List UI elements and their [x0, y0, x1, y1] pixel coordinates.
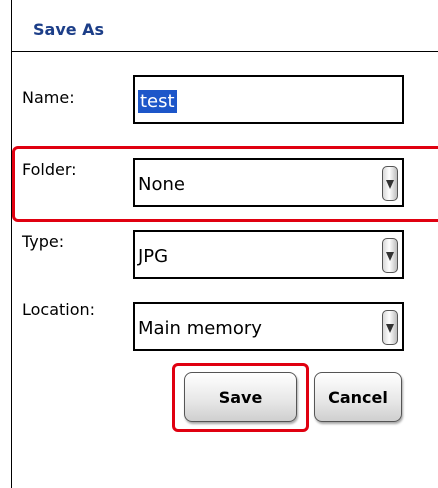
chevron-down-icon [386, 252, 394, 261]
type-select[interactable]: JPG [133, 230, 404, 279]
window-left-border [11, 0, 12, 488]
location-label: Location: [22, 300, 96, 319]
name-input[interactable]: test [133, 75, 404, 124]
folder-label: Folder: [22, 160, 77, 179]
chevron-down-icon [386, 180, 394, 189]
cancel-button[interactable]: Cancel [314, 372, 402, 422]
folder-select[interactable]: None [133, 158, 404, 207]
type-select-value: JPG [138, 246, 169, 267]
location-dropdown-button[interactable] [382, 310, 398, 345]
folder-dropdown-button[interactable] [382, 166, 398, 201]
type-label: Type: [22, 232, 65, 251]
dialog-title: Save As [33, 20, 105, 39]
title-divider [11, 51, 438, 52]
save-button[interactable]: Save [184, 372, 297, 422]
folder-select-value: None [138, 174, 185, 195]
location-select-value: Main memory [138, 318, 262, 339]
name-input-value: test [138, 90, 177, 113]
name-label: Name: [22, 88, 75, 107]
location-select[interactable]: Main memory [133, 302, 404, 351]
chevron-down-icon [386, 324, 394, 333]
type-dropdown-button[interactable] [382, 238, 398, 273]
